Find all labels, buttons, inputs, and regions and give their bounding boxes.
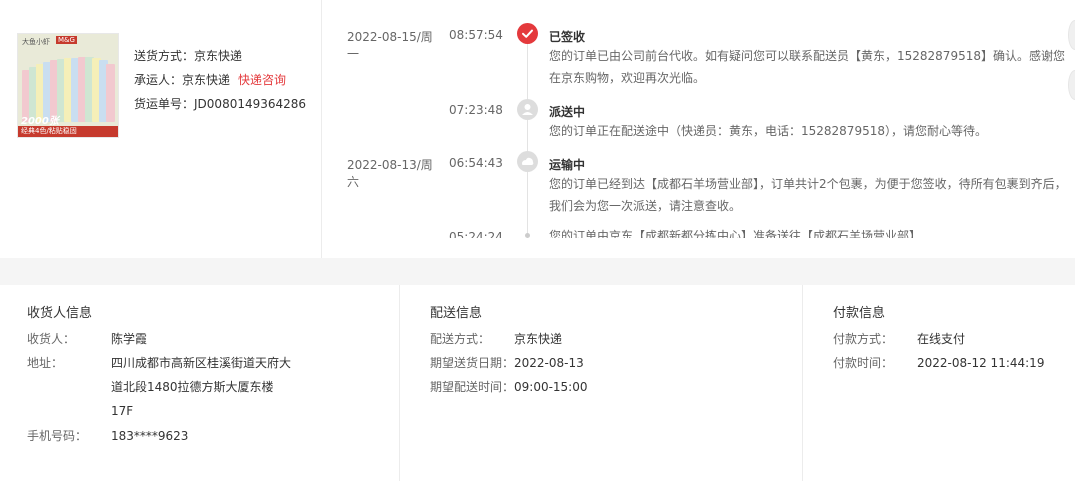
receiver-address: 四川成都市高新区桂溪街道天府大道北段1480拉德方斯大厦东楼17F (111, 356, 292, 418)
timeline-date: 2022-08-13/周六 (347, 158, 433, 189)
carrier-value: 京东快递 (182, 73, 231, 87)
timeline-description: 您的订单已由公司前台代收。如有疑问您可以联系配送员【黄东，15282879518… (549, 49, 1065, 85)
product-banner: 经典4色/粘贴稳固 (18, 126, 118, 137)
receiver-phone: 183****9623 (111, 429, 189, 443)
transport-icon (517, 151, 538, 172)
timeline-description: 您的订单已经到达【成都石羊场营业部】，订单共计2个包裹，为便于您签收，待所有包裹… (549, 177, 1067, 213)
product-brand-tag: M&G (56, 36, 77, 44)
carrier-label: 承运人： (134, 73, 183, 87)
delivery-time: 09:00-15:00 (514, 380, 588, 394)
scroll-up-button[interactable] (1068, 20, 1075, 50)
delivery-title: 配送信息 (430, 306, 483, 321)
product-brand: 大鱼小虾 (22, 38, 50, 46)
carrier-row: 承运人：京东快递 快递咨询 (134, 71, 306, 95)
timeline-time: 05:24:24 (449, 230, 503, 238)
payment-title: 付款信息 (833, 306, 886, 321)
shipping-method-label: 送货方式： (134, 49, 195, 63)
timeline-status: 已签收 (549, 30, 586, 44)
payment-method: 在线支付 (917, 332, 966, 346)
tracking-timeline[interactable]: 2022-08-15/周一 08:57:54 已签收 您的订单已由公司前台代收。… (323, 0, 1075, 238)
timeline-line (527, 42, 528, 238)
delivery-time-label: 期望配送时间： (430, 380, 515, 394)
scroll-down-button[interactable] (1068, 70, 1075, 100)
courier-icon (517, 99, 538, 120)
delivery-time-row: 期望配送时间：09:00-15:00 (430, 375, 588, 399)
receiver-name-row: 收货人： 陈学霞 (27, 327, 147, 351)
delivery-date: 2022-08-13 (514, 356, 584, 370)
payment-method-row: 付款方式： 在线支付 (833, 327, 965, 351)
shipping-method-value: 京东快递 (194, 49, 243, 63)
receiver-name-label: 收货人： (27, 332, 76, 346)
timeline-time: 08:57:54 (449, 28, 503, 42)
timeline-dot-icon (525, 233, 530, 238)
delivery-section: 配送信息 配送方式： 京东快递 期望送货日期：2022-08-13 期望配送时间：… (401, 285, 803, 481)
timeline-time: 06:54:43 (449, 156, 503, 170)
product-count: 2000张 (21, 116, 59, 127)
payment-method-label: 付款方式： (833, 332, 894, 346)
shipping-info: 送货方式：京东快递 承运人：京东快递 快递咨询 货运单号：JD0080149364… (134, 47, 306, 119)
payment-section: 付款信息 付款方式： 在线支付 付款时间： 2022-08-12 11:44:19 (804, 285, 1075, 481)
payment-time-row: 付款时间： 2022-08-12 11:44:19 (833, 351, 1044, 375)
receiver-title: 收货人信息 (27, 306, 93, 321)
timeline-status: 派送中 (549, 105, 586, 119)
delivery-date-row: 期望送货日期：2022-08-13 (430, 351, 584, 375)
receiver-phone-row: 手机号码： 183****9623 (27, 424, 188, 448)
delivery-method-row: 配送方式： 京东快递 (430, 327, 562, 351)
payment-time: 2022-08-12 11:44:19 (917, 356, 1045, 370)
timeline-status: 运输中 (549, 158, 586, 172)
order-info-panel: 收货人信息 收货人： 陈学霞 地址： 四川成都市高新区桂溪街道天府大道北段1480… (0, 285, 1075, 481)
tracking-number: JD0080149364286 (194, 97, 307, 111)
product-thumbnail[interactable]: 大鱼小虾 M&G 2000张 经典4色/粘贴稳固 (17, 33, 119, 138)
timeline-date: 2022-08-15/周一 (347, 30, 433, 61)
logistics-panel: 大鱼小虾 M&G 2000张 经典4色/粘贴稳固 送货方式：京东快递 承运人：京… (0, 0, 1075, 258)
payment-time-label: 付款时间： (833, 356, 894, 370)
tracking-label: 货运单号： (134, 97, 195, 111)
receiver-section: 收货人信息 收货人： 陈学霞 地址： 四川成都市高新区桂溪街道天府大道北段1480… (0, 285, 400, 481)
timeline-time: 07:23:48 (449, 103, 503, 117)
check-icon (517, 23, 538, 44)
delivery-method: 京东快递 (514, 332, 563, 346)
delivery-date-label: 期望送货日期： (430, 356, 515, 370)
receiver-name: 陈学霞 (111, 332, 148, 346)
address-label: 地址： (27, 356, 64, 370)
timeline-description: 您的订单正在配送途中（快递员：黄东，电话：15282879518），请您耐心等待… (549, 124, 987, 138)
tracking-row: 货运单号：JD0080149364286 (134, 95, 306, 119)
shipping-method-row: 送货方式：京东快递 (134, 47, 306, 71)
address-label-row: 地址： (27, 351, 63, 375)
delivery-method-label: 配送方式： (430, 332, 491, 346)
shipment-summary: 大鱼小虾 M&G 2000张 经典4色/粘贴稳固 送货方式：京东快递 承运人：京… (0, 0, 322, 258)
phone-label: 手机号码： (27, 429, 88, 443)
timeline-description: 您的订单由京东【成都新都分拣中心】准备送往【成都石羊场营业部】 (549, 229, 922, 238)
courier-inquiry-link[interactable]: 快递咨询 (238, 73, 286, 87)
